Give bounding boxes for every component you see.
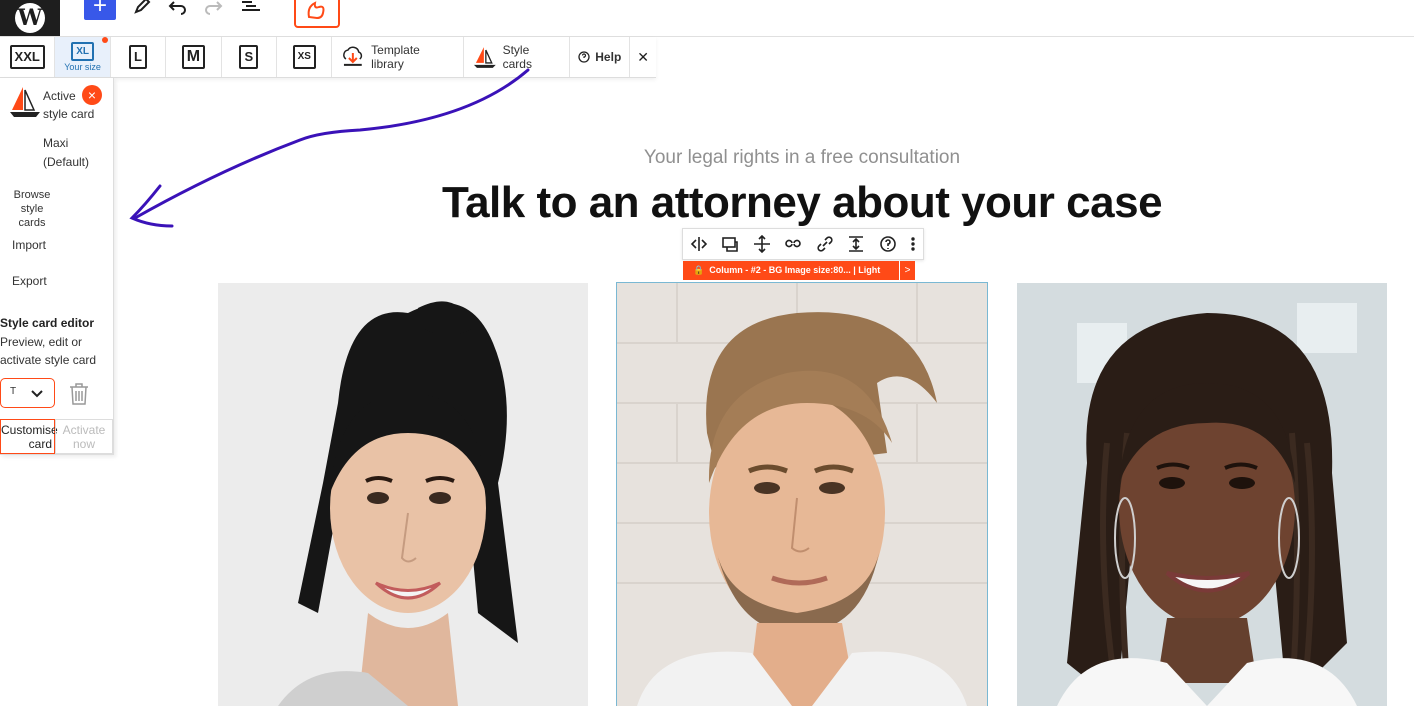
selected-block-label[interactable]: 🔒 Column - #2 - BG Image size:80... | Li…: [683, 261, 899, 280]
block-toolbar: [682, 228, 924, 260]
activate-now-button[interactable]: Activate now: [55, 419, 113, 454]
size-l-button[interactable]: L: [111, 37, 167, 77]
size-m-button[interactable]: M: [166, 37, 222, 77]
style-cards-button[interactable]: Style cards: [464, 37, 571, 77]
background-icon[interactable]: [721, 235, 739, 253]
sailboat-icon: [10, 87, 40, 117]
maxi-blocks-button[interactable]: [294, 0, 340, 28]
lock-icon: 🔒: [693, 265, 710, 275]
wordpress-logo[interactable]: W: [0, 0, 60, 36]
attorney-photo-2[interactable]: [616, 282, 988, 706]
your-size-caption: Your size: [64, 62, 101, 72]
help-icon: [578, 51, 590, 63]
section-subtitle: Your legal rights in a free consultation: [643, 147, 961, 168]
undo-icon[interactable]: [168, 0, 188, 16]
chain-link-icon[interactable]: [816, 235, 834, 253]
attorney-photo-3[interactable]: [1017, 283, 1387, 706]
export-link[interactable]: Export: [12, 274, 47, 288]
close-panel-button[interactable]: ×: [82, 85, 102, 105]
template-library-label: Template library: [371, 43, 420, 71]
size-xl-label: XL: [71, 42, 94, 61]
cloud-download-icon: [343, 46, 363, 66]
current-style-card: Maxi (Default): [43, 136, 90, 169]
help-label: Help: [595, 50, 622, 64]
list-view-icon[interactable]: [240, 0, 262, 16]
import-link[interactable]: Import: [12, 238, 46, 252]
size-xl-button[interactable]: XL Your size: [55, 37, 111, 77]
browse-style-cards-link[interactable]: Browse style cards: [12, 188, 52, 230]
active-size-dot: [101, 37, 108, 43]
customise-card-button[interactable]: Customise card: [0, 419, 58, 454]
close-toolbar-button[interactable]: ✕: [630, 37, 656, 77]
size-xxl-label: XXL: [9, 45, 45, 69]
size-s-label: S: [239, 45, 259, 69]
redo-icon[interactable]: [203, 0, 223, 16]
size-xs-button[interactable]: XS: [277, 37, 333, 77]
section-heading: Talk to an attorney about your case: [441, 178, 1163, 227]
style-card-editor-title: Style card editor: [0, 316, 95, 330]
style-card-select[interactable]: T: [0, 378, 55, 408]
padding-icon[interactable]: [847, 235, 865, 253]
style-cards-label: Style cards: [502, 43, 532, 71]
block-label-next-button[interactable]: >: [900, 261, 915, 280]
link-icon[interactable]: [784, 235, 802, 253]
help-button[interactable]: Help: [570, 37, 631, 77]
attorney-photo-1[interactable]: [218, 283, 588, 706]
more-options-icon[interactable]: [910, 235, 916, 253]
sailboat-icon: [473, 47, 496, 68]
help-icon[interactable]: [879, 235, 897, 253]
style-card-select-value: T: [10, 386, 17, 397]
column-size-icon[interactable]: [690, 235, 708, 253]
wordpress-icon: W: [15, 3, 45, 33]
selected-block-label-text: Column - #2 - BG Image size:80... | Ligh…: [709, 265, 881, 275]
maxi-flame-icon: [307, 1, 325, 20]
move-icon[interactable]: [753, 235, 771, 253]
size-xs-label: XS: [292, 45, 316, 69]
style-cards-panel: Active style card × Maxi (Default) Brows…: [0, 78, 114, 455]
responsive-toolbar: XXL XL Your size L M S XS Template libra…: [0, 37, 656, 78]
editor-top-toolbar: W +: [0, 0, 1414, 37]
template-library-button[interactable]: Template library: [332, 37, 464, 77]
add-block-button[interactable]: +: [84, 0, 116, 20]
trash-icon[interactable]: [68, 382, 90, 406]
close-icon: ✕: [637, 48, 649, 65]
size-m-label: M: [181, 45, 206, 69]
size-l-label: L: [129, 45, 147, 69]
style-card-editor-description: Preview, edit or activate style card: [0, 335, 97, 367]
chevron-down-icon: [31, 390, 43, 398]
pencil-icon[interactable]: [132, 0, 152, 16]
size-xxl-button[interactable]: XXL: [0, 37, 56, 77]
size-s-button[interactable]: S: [222, 37, 278, 77]
